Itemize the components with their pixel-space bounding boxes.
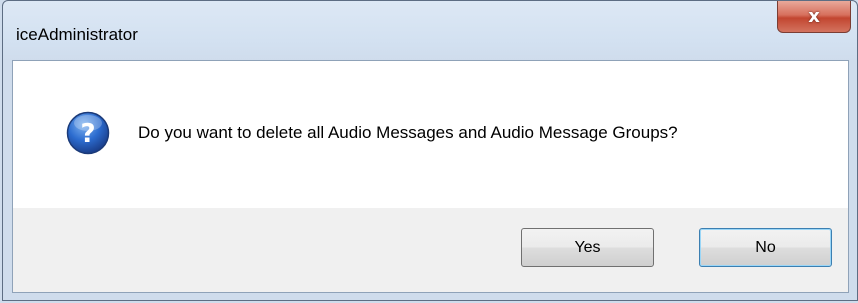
title-bar[interactable]: iceAdministrator x [3,1,857,61]
no-button[interactable]: No [699,228,832,267]
yes-button[interactable]: Yes [521,228,654,267]
message-area: ? Do you want to delete all Audio Messag… [13,61,848,208]
close-button[interactable]: x [777,1,851,33]
dialog-window: iceAdministrator x ? Do you want to dele… [0,0,858,303]
window-frame: iceAdministrator x ? Do you want to dele… [2,0,858,301]
question-icon: ? [66,111,110,155]
close-icon: x [808,5,820,27]
window-title: iceAdministrator [16,25,138,44]
dialog-body: ? Do you want to delete all Audio Messag… [12,60,849,293]
svg-text:?: ? [80,119,95,149]
dialog-message: Do you want to delete all Audio Messages… [138,123,678,142]
